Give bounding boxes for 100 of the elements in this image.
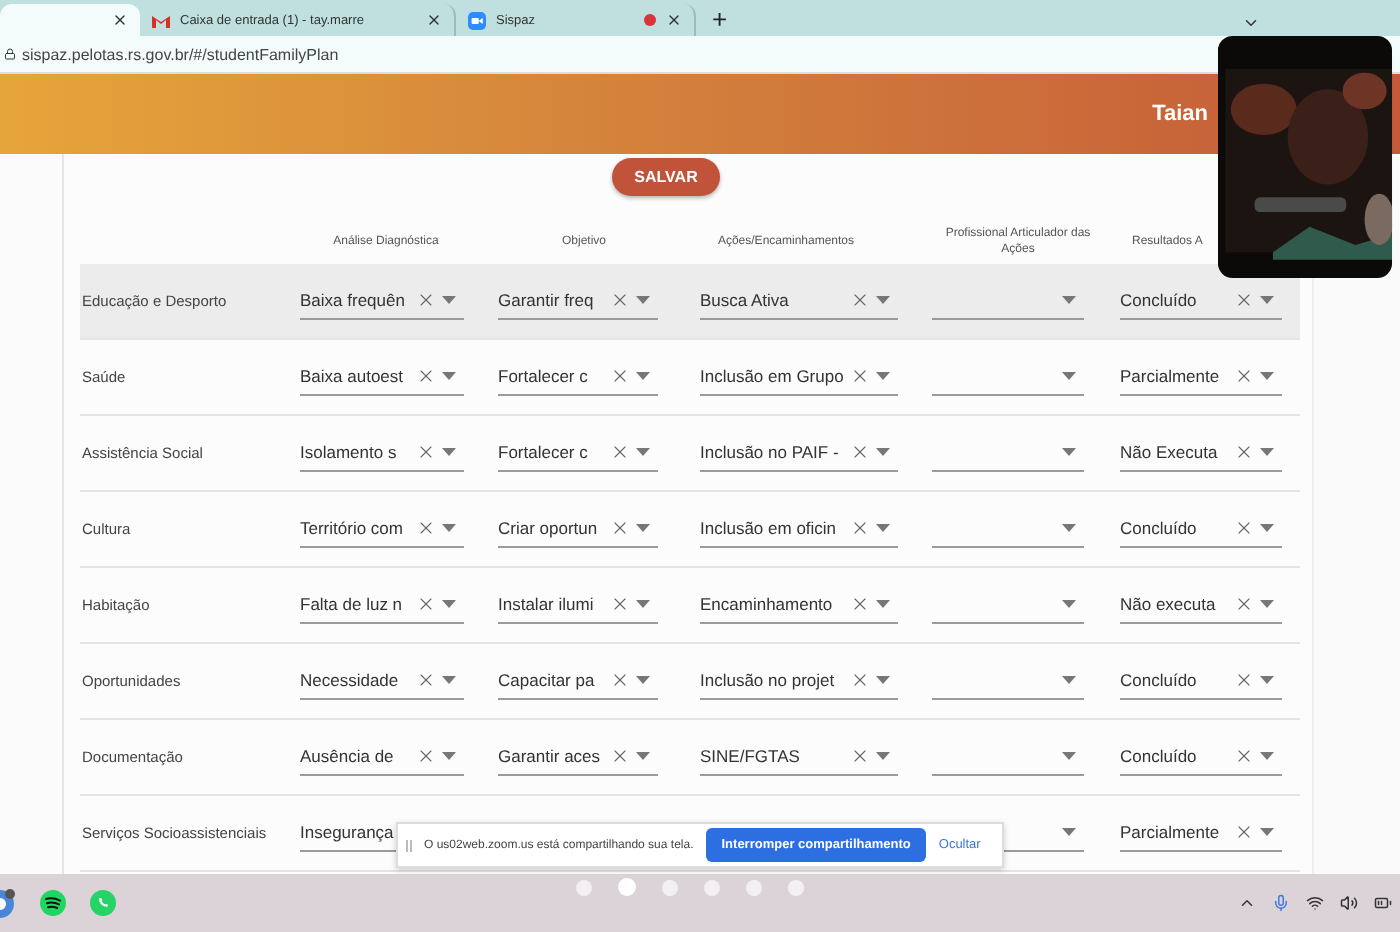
select-field[interactable]: Concluído <box>1120 738 1282 776</box>
select-field[interactable]: Concluído <box>1120 662 1282 700</box>
clear-icon[interactable] <box>850 442 870 462</box>
clear-icon[interactable] <box>850 290 870 310</box>
caret-icon[interactable] <box>1260 600 1274 608</box>
select-field[interactable]: Fortalecer c <box>498 434 658 472</box>
caret-icon[interactable] <box>1062 296 1076 304</box>
clear-icon[interactable] <box>610 518 630 538</box>
clear-icon[interactable] <box>850 746 870 766</box>
clear-icon[interactable] <box>1234 746 1254 766</box>
page-dot[interactable] <box>618 878 636 896</box>
select-field[interactable]: Ausência de <box>300 738 464 776</box>
caret-icon[interactable] <box>636 372 650 380</box>
select-field[interactable]: Falta de luz n <box>300 586 464 624</box>
caret-icon[interactable] <box>876 600 890 608</box>
clear-icon[interactable] <box>850 670 870 690</box>
caret-icon[interactable] <box>442 676 456 684</box>
clear-icon[interactable] <box>1234 822 1254 842</box>
clear-icon[interactable] <box>416 442 436 462</box>
caret-icon[interactable] <box>442 600 456 608</box>
select-field[interactable]: Território com <box>300 510 464 548</box>
url-text[interactable]: sispaz.pelotas.rs.gov.br/#/studentFamilyPlan <box>22 45 339 63</box>
battery-icon[interactable] <box>1374 894 1392 912</box>
lock-icon[interactable] <box>4 48 16 60</box>
select-field[interactable]: Encaminhamento <box>700 586 898 624</box>
clear-icon[interactable] <box>416 594 436 614</box>
caret-icon[interactable] <box>1260 372 1274 380</box>
music-app-icon[interactable] <box>40 890 66 916</box>
caret-icon[interactable] <box>636 676 650 684</box>
clear-icon[interactable] <box>850 518 870 538</box>
clear-icon[interactable] <box>610 746 630 766</box>
caret-icon[interactable] <box>1062 372 1076 380</box>
caret-icon[interactable] <box>876 448 890 456</box>
page-dot[interactable] <box>576 879 592 895</box>
clear-icon[interactable] <box>416 746 436 766</box>
select-field[interactable]: Não executa <box>1120 586 1282 624</box>
caret-icon[interactable] <box>876 752 890 760</box>
clear-icon[interactable] <box>610 594 630 614</box>
caret-icon[interactable] <box>442 296 456 304</box>
select-field[interactable]: Garantir freq <box>498 282 658 320</box>
close-icon[interactable] <box>112 12 128 28</box>
page-dot[interactable] <box>662 879 678 895</box>
page-dot[interactable] <box>788 879 804 895</box>
caret-icon[interactable] <box>442 752 456 760</box>
close-icon[interactable] <box>666 12 682 28</box>
new-tab-button[interactable]: + <box>696 0 744 36</box>
select-field[interactable]: Concluído <box>1120 282 1282 320</box>
caret-icon[interactable] <box>636 600 650 608</box>
clear-icon[interactable] <box>416 290 436 310</box>
clear-icon[interactable] <box>610 366 630 386</box>
caret-icon[interactable] <box>636 448 650 456</box>
wifi-icon[interactable] <box>1306 894 1324 912</box>
clear-icon[interactable] <box>416 366 436 386</box>
select-field[interactable]: Não Executa <box>1120 434 1282 472</box>
clear-icon[interactable] <box>1234 518 1254 538</box>
caret-icon[interactable] <box>1062 676 1076 684</box>
clear-icon[interactable] <box>1234 366 1254 386</box>
clear-icon[interactable] <box>850 594 870 614</box>
select-field[interactable]: Baixa autoest <box>300 358 464 396</box>
select-field[interactable]: Fortalecer c <box>498 358 658 396</box>
select-field[interactable]: Garantir aces <box>498 738 658 776</box>
caret-icon[interactable] <box>1062 752 1076 760</box>
caret-icon[interactable] <box>876 524 890 532</box>
caret-icon[interactable] <box>876 296 890 304</box>
clear-icon[interactable] <box>1234 290 1254 310</box>
page-dot[interactable] <box>704 879 720 895</box>
clear-icon[interactable] <box>416 670 436 690</box>
select-field[interactable]: Busca Ativa <box>700 282 898 320</box>
select-field[interactable]: Capacitar pa <box>498 662 658 700</box>
caret-icon[interactable] <box>1260 752 1274 760</box>
caret-icon[interactable] <box>442 448 456 456</box>
caret-icon[interactable] <box>1062 600 1076 608</box>
caret-icon[interactable] <box>1260 676 1274 684</box>
select-field[interactable]: Inclusão no projet <box>700 662 898 700</box>
select-field[interactable]: Concluído <box>1120 510 1282 548</box>
select-field[interactable]: Necessidade <box>300 662 464 700</box>
caret-icon[interactable] <box>442 524 456 532</box>
clear-icon[interactable] <box>610 290 630 310</box>
caret-icon[interactable] <box>1062 448 1076 456</box>
chevron-up-icon[interactable] <box>1238 894 1256 912</box>
select-field[interactable]: Baixa frequên <box>300 282 464 320</box>
caret-icon[interactable] <box>1260 296 1274 304</box>
microphone-icon[interactable] <box>1272 894 1290 912</box>
close-icon[interactable] <box>426 12 442 28</box>
caret-icon[interactable] <box>1260 448 1274 456</box>
clear-icon[interactable] <box>1234 442 1254 462</box>
caret-icon[interactable] <box>1260 524 1274 532</box>
caret-icon[interactable] <box>876 676 890 684</box>
clear-icon[interactable] <box>850 366 870 386</box>
select-field[interactable]: Parcialmente <box>1120 358 1282 396</box>
caret-icon[interactable] <box>636 296 650 304</box>
select-field[interactable]: Inclusão em Grupo <box>700 358 898 396</box>
clear-icon[interactable] <box>1234 670 1254 690</box>
select-field[interactable]: Criar oportun <box>498 510 658 548</box>
volume-icon[interactable] <box>1340 894 1358 912</box>
clear-icon[interactable] <box>610 670 630 690</box>
select-field[interactable]: SINE/FGTAS <box>700 738 898 776</box>
page-dot[interactable] <box>746 879 762 895</box>
clear-icon[interactable] <box>1234 594 1254 614</box>
caret-icon[interactable] <box>876 372 890 380</box>
